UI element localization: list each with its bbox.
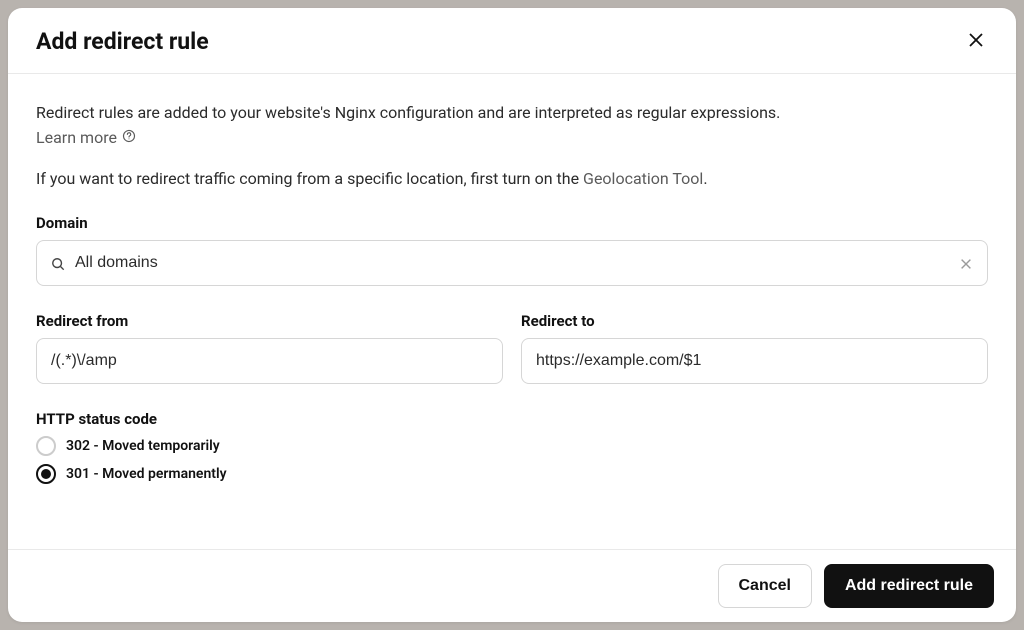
redirect-to-input[interactable] — [521, 338, 988, 384]
radio-icon-selected — [36, 464, 56, 484]
domain-field-group: Domain — [36, 214, 988, 286]
geo-suffix: . — [703, 169, 707, 188]
redirect-fields-row: Redirect from Redirect to — [36, 312, 988, 384]
learn-more-label: Learn more — [36, 128, 117, 147]
status-option-302[interactable]: 302 - Moved temporarily — [36, 436, 988, 456]
add-redirect-rule-button[interactable]: Add redirect rule — [824, 564, 994, 608]
clear-icon[interactable] — [959, 256, 973, 270]
http-status-group: HTTP status code 302 - Moved temporarily… — [36, 410, 988, 484]
search-icon — [51, 256, 65, 270]
geolocation-tool-link[interactable]: Geolocation Tool — [583, 169, 703, 188]
http-status-label: HTTP status code — [36, 410, 988, 428]
learn-more-link[interactable]: Learn more — [36, 128, 136, 147]
add-redirect-rule-modal: Add redirect rule Redirect rules are add… — [8, 8, 1016, 622]
modal-title: Add redirect rule — [36, 28, 209, 55]
domain-input[interactable] — [75, 254, 949, 272]
close-icon — [968, 32, 984, 51]
help-icon — [122, 128, 136, 147]
domain-select[interactable] — [36, 240, 988, 286]
domain-label: Domain — [36, 214, 988, 232]
modal-footer: Cancel Add redirect rule — [8, 549, 1016, 622]
radio-icon — [36, 436, 56, 456]
redirect-from-input[interactable] — [36, 338, 503, 384]
redirect-to-label: Redirect to — [521, 312, 988, 330]
radio-dot — [41, 469, 51, 479]
cancel-button[interactable]: Cancel — [718, 564, 812, 608]
close-button[interactable] — [964, 30, 988, 54]
geolocation-info: If you want to redirect traffic coming f… — [36, 169, 988, 188]
status-option-label: 302 - Moved temporarily — [66, 438, 220, 454]
redirect-from-group: Redirect from — [36, 312, 503, 384]
geo-prefix: If you want to redirect traffic coming f… — [36, 169, 583, 188]
intro-text: Redirect rules are added to your website… — [36, 102, 988, 124]
status-option-label: 301 - Moved permanently — [66, 466, 227, 482]
redirect-from-label: Redirect from — [36, 312, 503, 330]
modal-header: Add redirect rule — [8, 8, 1016, 74]
redirect-to-group: Redirect to — [521, 312, 988, 384]
status-option-301[interactable]: 301 - Moved permanently — [36, 464, 988, 484]
modal-body: Redirect rules are added to your website… — [8, 74, 1016, 549]
